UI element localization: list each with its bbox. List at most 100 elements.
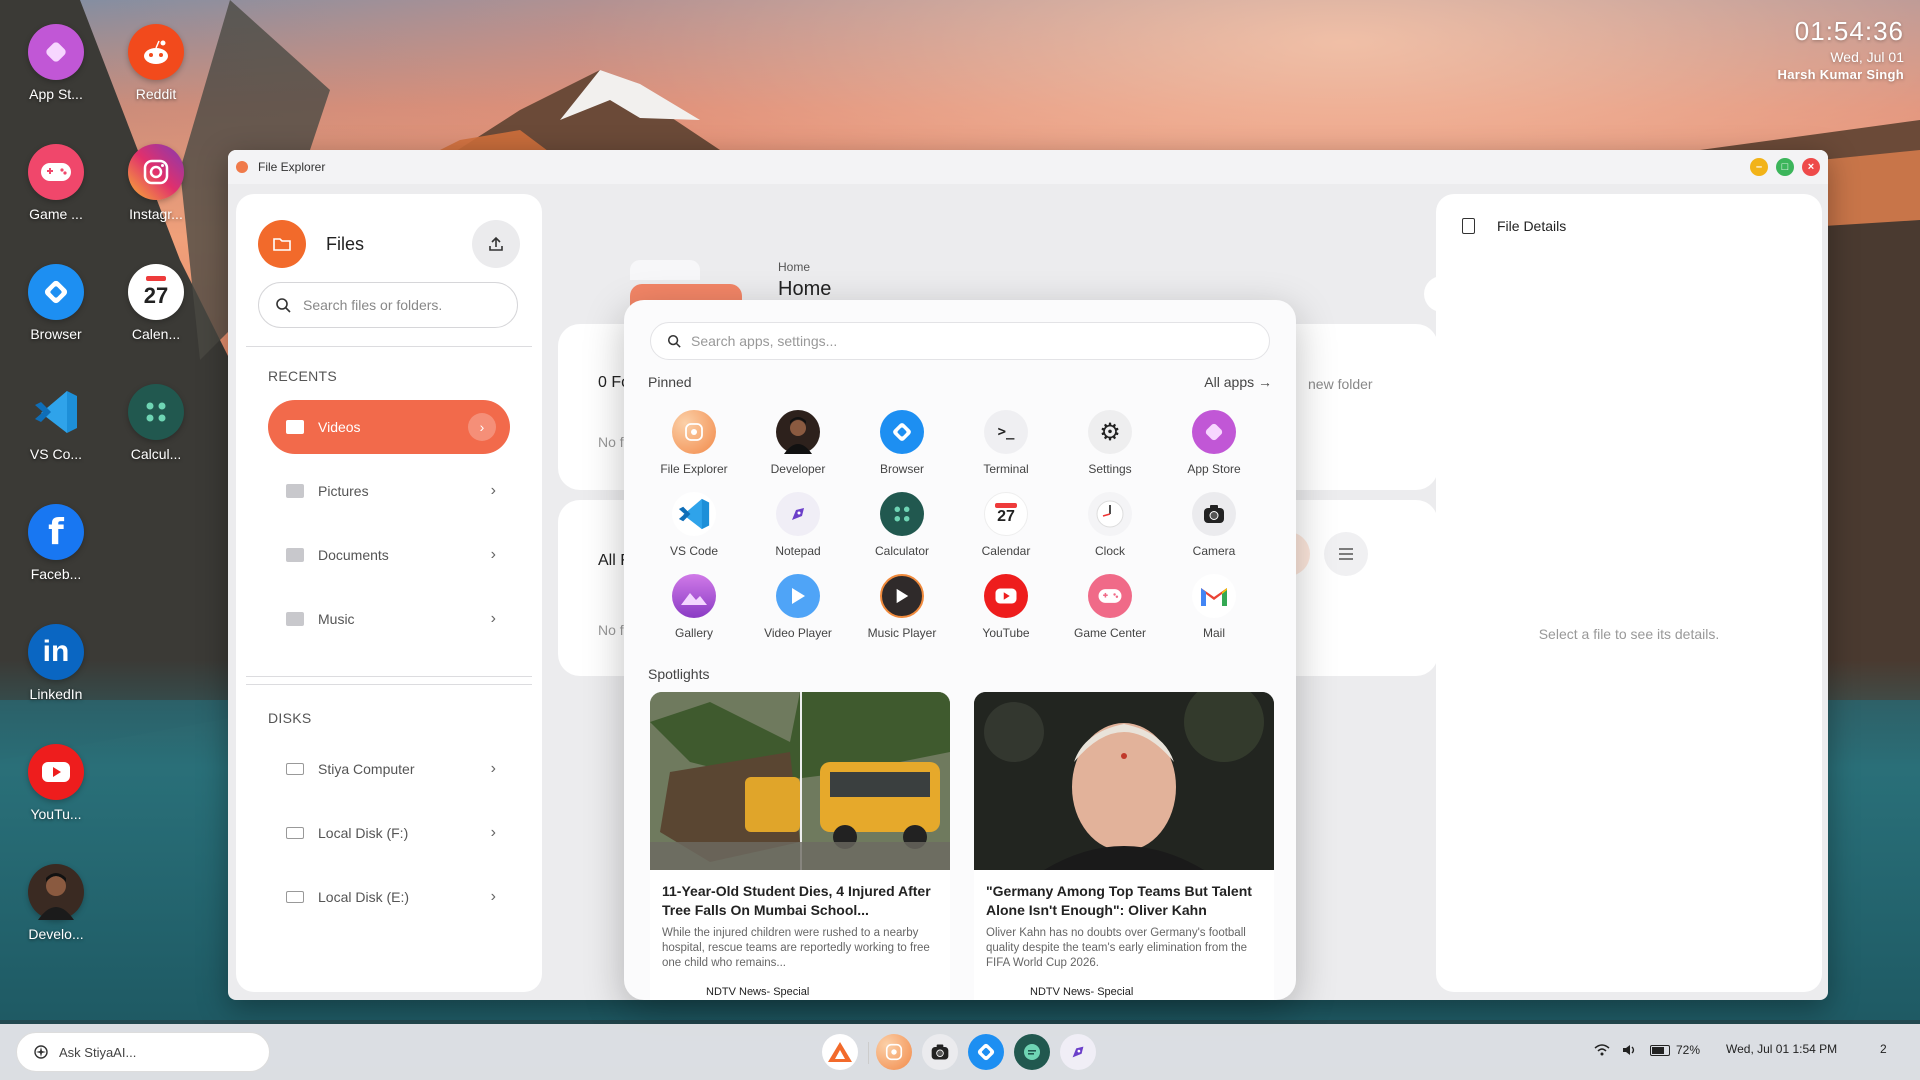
browser-icon bbox=[880, 410, 924, 454]
clock-date: Wed, Jul 01 bbox=[1830, 49, 1904, 65]
pinned-app-app-store[interactable]: App Store bbox=[1162, 410, 1266, 476]
spotlight-headline: "Germany Among Top Teams But Talent Alon… bbox=[986, 883, 1252, 918]
desktop-icon-label: Instagr... bbox=[129, 206, 183, 222]
clock-icon bbox=[1088, 492, 1132, 536]
notepad-icon bbox=[1072, 1046, 1084, 1058]
notification-count[interactable]: 2 bbox=[1880, 1042, 1887, 1056]
taskbar-file-explorer[interactable] bbox=[876, 1034, 912, 1070]
spotlight-image bbox=[650, 692, 950, 870]
desktop-icon-reddit[interactable]: Reddit bbox=[106, 24, 206, 102]
sidebar-item-local-disk-e[interactable]: Local Disk (E:) › bbox=[268, 870, 510, 924]
file-explorer-app-icon bbox=[236, 161, 248, 173]
browser-icon bbox=[977, 1043, 995, 1061]
all-apps-link[interactable]: All apps → bbox=[1204, 374, 1272, 390]
pinned-app-game-center[interactable]: Game Center bbox=[1058, 574, 1162, 640]
developer-avatar-icon bbox=[776, 410, 820, 454]
folder-icon bbox=[286, 612, 304, 626]
window-titlebar[interactable]: File Explorer – □ × bbox=[228, 150, 1828, 184]
pinned-app-notepad[interactable]: Notepad bbox=[746, 492, 850, 558]
wifi-icon[interactable] bbox=[1594, 1044, 1610, 1059]
list-view-button[interactable] bbox=[1324, 532, 1368, 576]
game-center-icon bbox=[28, 144, 84, 200]
sidebar-item-videos[interactable]: Videos › bbox=[268, 400, 510, 454]
pinned-app-mail[interactable]: Mail bbox=[1162, 574, 1266, 640]
folder-icon bbox=[286, 484, 304, 498]
maximize-button[interactable]: □ bbox=[1776, 158, 1794, 176]
pinned-app-vscode[interactable]: VS Code bbox=[642, 492, 746, 558]
desktop-icon-linkedin[interactable]: in LinkedIn bbox=[6, 624, 106, 702]
minimize-button[interactable]: – bbox=[1750, 158, 1768, 176]
desktop-icon-label: Browser bbox=[30, 326, 82, 342]
desktop-icon-developer[interactable]: Develo... bbox=[6, 864, 106, 942]
desktop-icon-label: Calcul... bbox=[130, 446, 182, 462]
sidebar-item-pictures[interactable]: Pictures › bbox=[268, 464, 510, 518]
pinned-app-video-player[interactable]: Video Player bbox=[746, 574, 850, 640]
new-folder-button[interactable]: new folder bbox=[1308, 376, 1373, 392]
spotlight-card[interactable]: 11-Year-Old Student Dies, 4 Injured Afte… bbox=[650, 692, 950, 1000]
pinned-app-browser[interactable]: Browser bbox=[850, 410, 954, 476]
launcher-button[interactable] bbox=[822, 1034, 858, 1070]
sidebar-item-stiya-computer[interactable]: Stiya Computer › bbox=[268, 742, 510, 796]
pinned-app-terminal[interactable]: >_ Terminal bbox=[954, 410, 1058, 476]
search-icon bbox=[667, 334, 681, 348]
desktop-icon-calendar[interactable]: 27 Calen... bbox=[106, 264, 206, 342]
taskbar-datetime[interactable]: Wed, Jul 01 1:54 PM bbox=[1726, 1042, 1837, 1056]
desktop-icon-youtube[interactable]: YouTu... bbox=[6, 744, 106, 822]
chevron-right-icon: › bbox=[490, 482, 496, 499]
file-details-header: File Details bbox=[1462, 218, 1566, 234]
desktop-icon-facebook[interactable]: f Faceb... bbox=[6, 504, 106, 582]
breadcrumb[interactable]: Home bbox=[778, 260, 810, 274]
disk-icon bbox=[286, 763, 304, 775]
pinned-app-developer[interactable]: Developer bbox=[746, 410, 850, 476]
sidebar-item-local-disk-f[interactable]: Local Disk (F:) › bbox=[268, 806, 510, 860]
pinned-app-clock[interactable]: Clock bbox=[1058, 492, 1162, 558]
recents-heading: RECENTS bbox=[268, 368, 337, 384]
desktop-icon-game-center[interactable]: Game ... bbox=[6, 144, 106, 222]
document-icon bbox=[1462, 218, 1475, 234]
sidebar-search-input[interactable]: Search files or folders. bbox=[258, 282, 518, 328]
pinned-app-camera[interactable]: Camera bbox=[1162, 492, 1266, 558]
vscode-icon bbox=[28, 384, 84, 440]
upload-icon bbox=[489, 236, 503, 251]
desktop-icon-label: YouTu... bbox=[30, 806, 82, 822]
file-details-hint: Select a file to see its details. bbox=[1538, 626, 1720, 642]
gallery-icon bbox=[672, 574, 716, 618]
pinned-app-file-explorer[interactable]: File Explorer bbox=[642, 410, 746, 476]
file-details-panel: File Details Select a file to see its de… bbox=[1436, 194, 1822, 992]
files-empty-text: No fi bbox=[598, 622, 627, 638]
taskbar-camera[interactable] bbox=[922, 1034, 958, 1070]
sidebar-item-music[interactable]: Music › bbox=[268, 592, 510, 646]
desktop-icon-instagram[interactable]: Instagr... bbox=[106, 144, 206, 222]
ask-ai-input[interactable]: Ask StiyaAI... bbox=[16, 1032, 270, 1072]
volume-icon[interactable] bbox=[1622, 1044, 1638, 1059]
music-player-icon bbox=[880, 574, 924, 618]
desktop-icon-label: Calen... bbox=[131, 326, 181, 342]
sidebar-item-documents[interactable]: Documents › bbox=[268, 528, 510, 582]
pinned-app-music-player[interactable]: Music Player bbox=[850, 574, 954, 640]
instagram-icon bbox=[128, 144, 184, 200]
desktop-icon-vscode[interactable]: VS Co... bbox=[6, 384, 106, 462]
taskbar-chat[interactable] bbox=[1014, 1034, 1050, 1070]
settings-gear-icon: ⚙ bbox=[1088, 410, 1132, 454]
spotlight-source: NDTV News- Special bbox=[1030, 986, 1134, 998]
spotlight-card[interactable]: "Germany Among Top Teams But Talent Alon… bbox=[974, 692, 1274, 1000]
pinned-app-gallery[interactable]: Gallery bbox=[642, 574, 746, 640]
taskbar-notepad[interactable] bbox=[1060, 1034, 1096, 1070]
pinned-app-calculator[interactable]: Calculator bbox=[850, 492, 954, 558]
desktop-clock-widget: 01:54:36 Wed, Jul 01 Harsh Kumar Singh bbox=[1778, 16, 1904, 82]
spotlight-headline: 11-Year-Old Student Dies, 4 Injured Afte… bbox=[662, 883, 931, 918]
desktop-icon-browser[interactable]: Browser bbox=[6, 264, 106, 342]
start-search-input[interactable]: Search apps, settings... bbox=[650, 322, 1270, 360]
desktop-icon-calculator[interactable]: Calcul... bbox=[106, 384, 206, 462]
taskbar-browser[interactable] bbox=[968, 1034, 1004, 1070]
battery-indicator[interactable]: 72% bbox=[1650, 1043, 1700, 1057]
pinned-app-settings[interactable]: ⚙ Settings bbox=[1058, 410, 1162, 476]
calculator-icon bbox=[128, 384, 184, 440]
close-button[interactable]: × bbox=[1802, 158, 1820, 176]
upload-button[interactable] bbox=[472, 220, 520, 268]
desktop-icon-app-store[interactable]: App St... bbox=[6, 24, 106, 102]
chevron-right-icon: › bbox=[490, 824, 496, 841]
pinned-app-calendar[interactable]: 27 Calendar bbox=[954, 492, 1058, 558]
calendar-icon: 27 bbox=[984, 492, 1028, 536]
pinned-app-youtube[interactable]: YouTube bbox=[954, 574, 1058, 640]
